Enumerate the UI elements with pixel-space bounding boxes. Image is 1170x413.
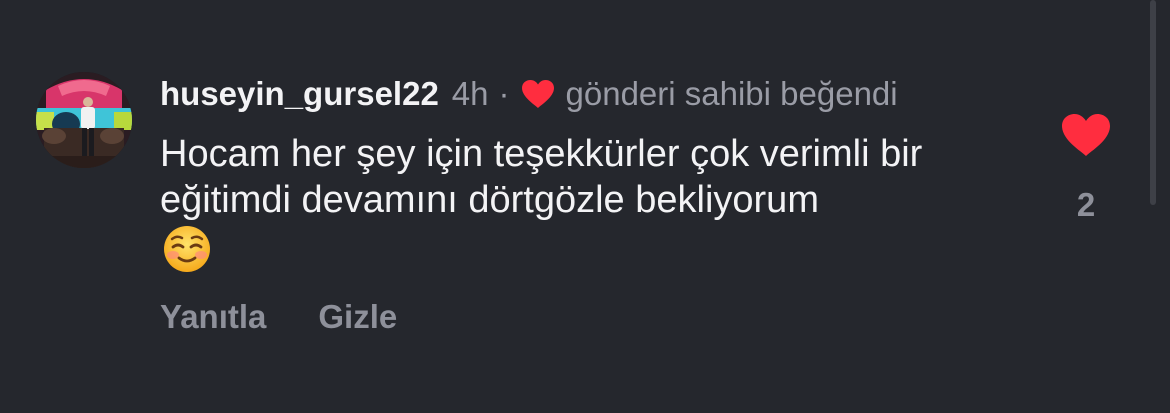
smiling-face-emoji bbox=[162, 224, 212, 274]
like-button[interactable] bbox=[1060, 112, 1112, 158]
like-count: 2 bbox=[1076, 186, 1096, 223]
comment-actions: Yanıtla Gizle bbox=[160, 298, 397, 336]
profile-photo bbox=[36, 72, 132, 168]
comment-item: huseyin_gursel22 4h · gönderi sahibi beğ… bbox=[0, 0, 1170, 413]
comment-text: Hocam her şey için teşekkürler çok verim… bbox=[160, 133, 923, 221]
reply-button[interactable]: Yanıtla bbox=[160, 298, 266, 336]
meta-separator: · bbox=[498, 75, 510, 112]
avatar[interactable] bbox=[36, 72, 132, 168]
timestamp: 4h bbox=[451, 75, 489, 112]
heart-icon bbox=[520, 78, 556, 110]
comment-meta: huseyin_gursel22 4h · gönderi sahibi beğ… bbox=[160, 74, 898, 114]
liked-by-author-text: gönderi sahibi beğendi bbox=[565, 75, 898, 112]
username-link[interactable]: huseyin_gursel22 bbox=[160, 75, 439, 113]
heart-filled-icon bbox=[1062, 114, 1110, 156]
hide-button[interactable]: Gizle bbox=[318, 298, 397, 336]
